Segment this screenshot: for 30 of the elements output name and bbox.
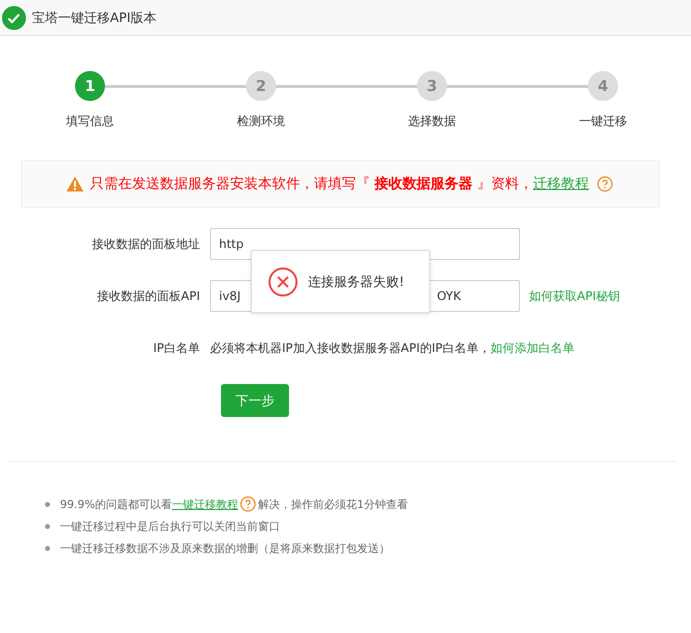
bullet-icon <box>45 546 50 551</box>
help-icon[interactable] <box>596 176 613 192</box>
step-number: 3 <box>417 71 447 101</box>
tip-text: 一键迁移过程中是后台执行可以关闭当前窗口 <box>60 519 280 534</box>
step-number: 1 <box>75 71 105 101</box>
field-label: 接收数据的面板API <box>96 288 201 304</box>
next-button[interactable]: 下一步 <box>221 384 289 417</box>
api-key-link[interactable]: 如何获取API秘钥 <box>529 288 620 302</box>
window-title: 宝塔一键迁移API版本 <box>32 10 157 26</box>
tutorial-link[interactable]: 一键迁移教程 <box>172 496 238 512</box>
tip-text: 一键迁移迁移数据不涉及原来数据的增删（是将原来数据打包发送） <box>60 541 390 556</box>
field-label: IP白名单 <box>152 340 201 356</box>
error-icon <box>268 266 298 296</box>
step-label: 一键迁移 <box>579 113 627 130</box>
whitelist-text: 必须将本机器IP加入接收数据服务器API的IP白名单，如何添加白名单 <box>210 340 575 356</box>
bullet-icon <box>45 524 50 529</box>
field-label: 接收数据的面板地址 <box>91 236 201 252</box>
tutorial-link[interactable]: 迁移教程 <box>532 176 589 192</box>
step-label: 选择数据 <box>408 113 456 130</box>
toast-message: 连接服务器失败! <box>308 274 404 290</box>
step-number: 2 <box>246 71 276 101</box>
tip-text: 99.9%的问题都可以看一键迁移教程 解决，操作前必须花1分钟查看 <box>60 496 408 512</box>
help-icon[interactable] <box>240 496 256 512</box>
step-number: 4 <box>588 71 618 101</box>
warning-icon <box>66 176 84 192</box>
step-label: 填写信息 <box>66 113 114 130</box>
notice-text: 只需在发送数据服务器安装本软件，请填写『 接收数据服务器 』资料，迁移教程 <box>90 175 589 193</box>
bullet-icon <box>45 502 50 506</box>
step-label: 检测环境 <box>237 113 285 130</box>
whitelist-link[interactable]: 如何添加白名单 <box>490 340 575 354</box>
